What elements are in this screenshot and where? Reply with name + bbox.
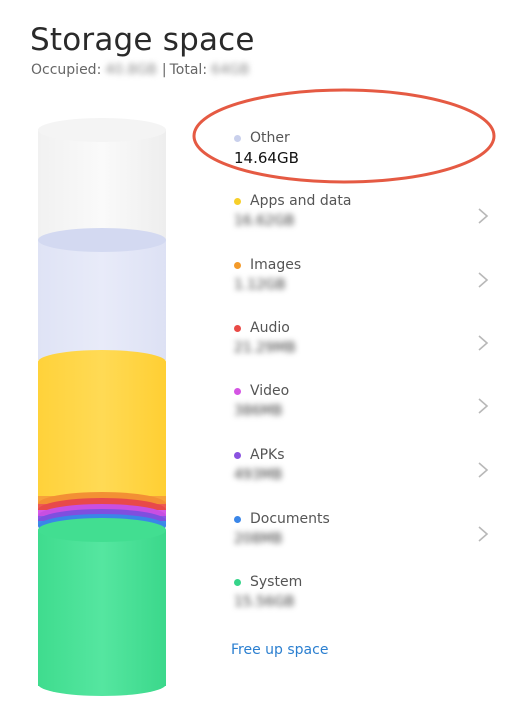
category-size: 386MB xyxy=(234,403,283,419)
category-list: Other 14.64GB Apps and data 16.62GB Imag… xyxy=(234,0,504,720)
category-label: Apps and data xyxy=(250,193,352,209)
cylinder-bottom-cap xyxy=(38,672,166,696)
category-label: Images xyxy=(250,257,302,273)
category-size: 1.12GB xyxy=(234,277,286,293)
category-item-audio[interactable]: Audio 21.29MB xyxy=(234,319,490,371)
summary-separator: | xyxy=(161,62,167,78)
color-dot-icon xyxy=(234,515,241,523)
color-dot-icon xyxy=(234,387,241,395)
category-label: Video xyxy=(250,383,290,399)
cylinder-top-cap xyxy=(38,118,166,142)
color-dot-icon xyxy=(234,197,241,205)
category-label: Other xyxy=(250,130,290,146)
chevron-right-icon xyxy=(478,526,489,542)
category-item-apks[interactable]: APKs 493MB xyxy=(234,446,490,498)
cylinder-other-segment xyxy=(38,240,166,360)
chevron-right-icon xyxy=(478,398,489,414)
cylinder-apps-segment xyxy=(38,362,166,496)
category-item-video[interactable]: Video 386MB xyxy=(234,382,490,434)
color-dot-icon xyxy=(234,324,241,332)
color-dot-icon xyxy=(234,134,241,142)
category-label: APKs xyxy=(250,447,285,463)
free-up-space-link[interactable]: Free up space xyxy=(231,642,328,658)
cylinder-apps-cap xyxy=(38,350,166,374)
category-item-apps-and-data[interactable]: Apps and data 16.62GB xyxy=(234,192,490,244)
category-label: System xyxy=(250,574,303,590)
occupied-value: 40.8GB xyxy=(105,62,157,78)
category-item-system: System 15.56GB xyxy=(234,573,490,625)
category-item-other: Other 14.64GB xyxy=(234,129,490,181)
category-size: 14.64GB xyxy=(234,149,299,167)
category-size: 208MB xyxy=(234,531,283,547)
category-item-images[interactable]: Images 1.12GB xyxy=(234,256,490,308)
category-label: Documents xyxy=(250,511,330,527)
page-title: Storage space xyxy=(30,22,255,58)
total-label: Total: xyxy=(169,62,208,78)
color-dot-icon xyxy=(234,451,241,459)
storage-summary: Occupied: 40.8GB | Total: 64GB xyxy=(31,62,253,78)
occupied-label: Occupied: xyxy=(31,62,102,78)
cylinder-other-cap xyxy=(38,228,166,252)
category-size: 21.29MB xyxy=(234,340,296,356)
color-dot-icon xyxy=(234,261,241,269)
chevron-right-icon xyxy=(478,208,489,224)
category-size: 493MB xyxy=(234,467,283,483)
category-size: 16.62GB xyxy=(234,213,295,229)
cylinder-free-segment xyxy=(38,130,166,240)
category-size: 15.56GB xyxy=(234,594,295,610)
category-label: Audio xyxy=(250,320,290,336)
chevron-right-icon xyxy=(478,272,489,288)
storage-cylinder xyxy=(38,118,166,698)
category-item-documents[interactable]: Documents 208MB xyxy=(234,510,490,562)
chevron-right-icon xyxy=(478,462,489,478)
color-dot-icon xyxy=(234,578,241,586)
cylinder-system-segment xyxy=(38,530,166,686)
chevron-right-icon xyxy=(478,335,489,351)
